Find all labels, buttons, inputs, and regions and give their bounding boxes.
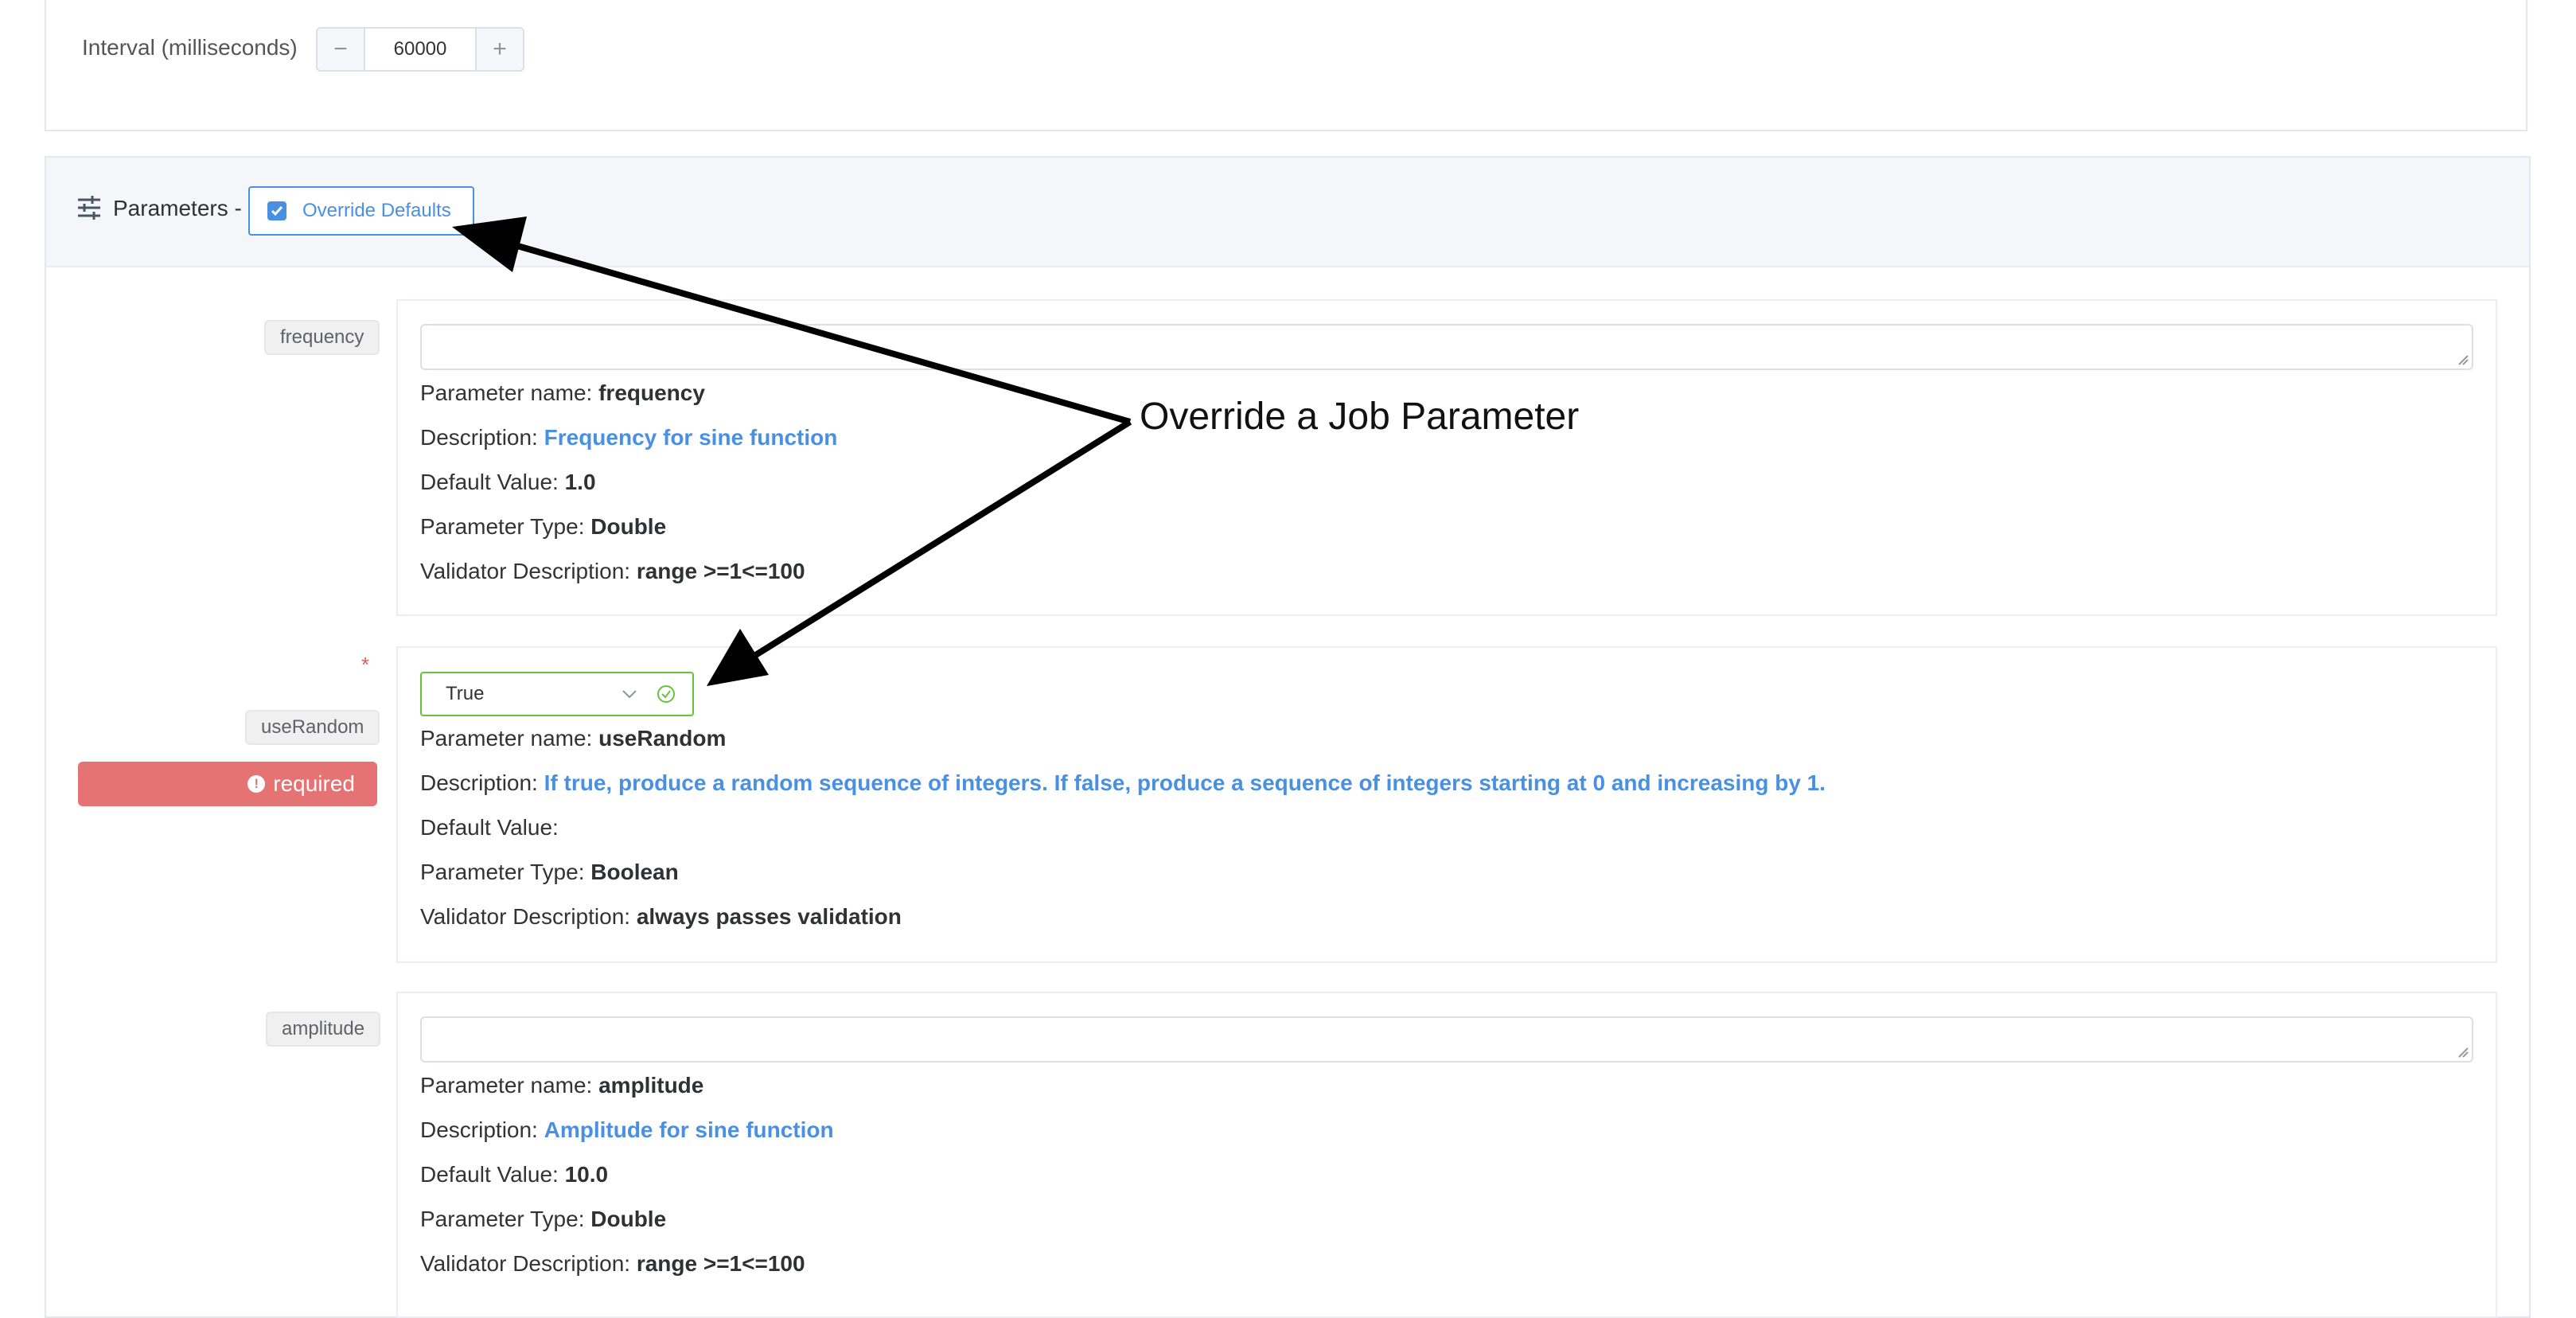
- frequency-input[interactable]: [420, 324, 2473, 370]
- param-default-row: Default Value: 1.0: [420, 470, 596, 494]
- param-tag-frequency: frequency: [264, 320, 380, 355]
- param-validator-row: Validator Description: always passes val…: [420, 904, 902, 929]
- param-description-value: If true, produce a random sequence of in…: [544, 770, 1826, 795]
- checkbox-checked-icon[interactable]: [267, 201, 286, 220]
- param-name-value: amplitude: [598, 1073, 704, 1098]
- param-validator-row: Validator Description: range >=1<=100: [420, 559, 805, 583]
- param-tag-amplitude: amplitude: [266, 1012, 381, 1047]
- param-description-row: Description: Amplitude for sine function: [420, 1117, 834, 1142]
- param-name-value: useRandom: [598, 726, 727, 751]
- param-type-value: Boolean: [590, 860, 679, 884]
- param-description-value: Amplitude for sine function: [544, 1117, 834, 1142]
- userandom-select[interactable]: True: [420, 672, 694, 716]
- interval-input[interactable]: 60000: [365, 29, 475, 70]
- increment-button[interactable]: +: [475, 29, 523, 70]
- override-defaults-checkbox[interactable]: Override Defaults: [248, 186, 474, 236]
- decrement-button[interactable]: −: [318, 29, 365, 70]
- param-default-value: 1.0: [564, 470, 596, 494]
- param-validator-row: Validator Description: range >=1<=100: [420, 1251, 805, 1276]
- param-tag-userandom: useRandom: [245, 710, 380, 745]
- required-badge: ! required: [78, 762, 377, 806]
- param-validator-value: range >=1<=100: [636, 1251, 805, 1276]
- param-type-row: Parameter Type: Boolean: [420, 860, 679, 884]
- param-type-value: Double: [590, 1207, 667, 1231]
- param-description-row: Description: Frequency for sine function: [420, 425, 838, 450]
- param-validator-value: range >=1<=100: [636, 559, 805, 583]
- check-circle-icon: [657, 685, 675, 703]
- resize-handle-icon[interactable]: [2457, 1047, 2469, 1058]
- param-type-row: Parameter Type: Double: [420, 514, 667, 539]
- param-name-row: Parameter name: useRandom: [420, 726, 727, 751]
- param-default-value: 10.0: [564, 1162, 609, 1187]
- select-value: True: [446, 683, 485, 704]
- interval-label: Interval (milliseconds): [82, 35, 298, 60]
- param-description-value: Frequency for sine function: [544, 425, 838, 450]
- parameters-title: Parameters -: [113, 196, 242, 220]
- override-defaults-label: Override Defaults: [302, 200, 451, 221]
- amplitude-input[interactable]: [420, 1016, 2473, 1063]
- param-default-row: Default Value:: [420, 815, 559, 840]
- interval-stepper[interactable]: − 60000 +: [316, 27, 524, 72]
- param-type-value: Double: [590, 514, 667, 539]
- resize-handle-icon[interactable]: [2457, 354, 2469, 365]
- param-default-row: Default Value: 10.0: [420, 1162, 609, 1187]
- param-type-row: Parameter Type: Double: [420, 1207, 667, 1231]
- required-star: *: [361, 653, 370, 677]
- param-description-row: Description: If true, produce a random s…: [420, 770, 1826, 795]
- param-name-row: Parameter name: frequency: [420, 380, 705, 405]
- annotation-text: Override a Job Parameter: [1140, 396, 1580, 438]
- param-name-row: Parameter name: amplitude: [420, 1073, 704, 1098]
- param-validator-value: always passes validation: [636, 904, 902, 929]
- param-name-value: frequency: [598, 380, 705, 405]
- exclamation-icon: !: [247, 775, 266, 793]
- sliders-icon: [76, 196, 102, 220]
- required-label: required: [273, 771, 355, 796]
- chevron-down-icon[interactable]: [619, 684, 640, 704]
